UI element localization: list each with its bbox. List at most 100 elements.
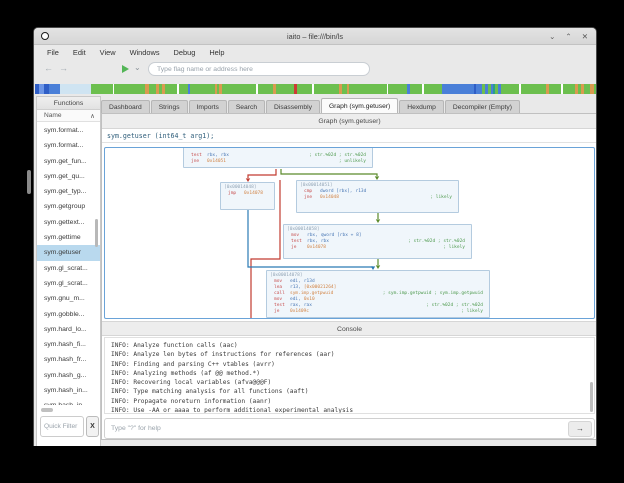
menu-windows[interactable]: Windows bbox=[123, 48, 167, 57]
console-line: INFO: Analyze len bytes of instructions … bbox=[111, 350, 594, 359]
function-item[interactable]: sym.get_qu... bbox=[37, 169, 100, 184]
seek-segment[interactable] bbox=[521, 84, 546, 94]
tab[interactable]: Decompiler (Empty) bbox=[445, 100, 520, 113]
graph-block[interactable]: [0x00014051]cmpdword [rbx],r13djne0x1404… bbox=[296, 180, 459, 213]
chevron-down-icon[interactable]: ⌄ bbox=[134, 63, 141, 72]
graph-block[interactable]: testrbx,rbx; str.%02d ; str.%02djne0x140… bbox=[183, 147, 373, 168]
tab[interactable]: Disassembly bbox=[266, 100, 320, 113]
console-send-button[interactable]: → bbox=[568, 421, 592, 437]
function-item[interactable]: sym.hash_fi... bbox=[37, 337, 100, 352]
maximize-button[interactable]: ⌃ bbox=[565, 32, 571, 41]
seek-bar[interactable] bbox=[35, 84, 597, 94]
function-item[interactable]: sym.hash_in... bbox=[37, 398, 100, 405]
asm-row: je0x1409c; likely bbox=[270, 309, 486, 315]
seek-segment[interactable] bbox=[60, 84, 91, 94]
tab[interactable]: Strings bbox=[151, 100, 188, 113]
graph-panel-title[interactable]: Graph (sym.getuser) bbox=[102, 114, 597, 129]
function-item[interactable]: sym.format... bbox=[37, 123, 100, 138]
debug-play-icon[interactable] bbox=[122, 65, 129, 73]
function-item[interactable]: sym.gnu_m... bbox=[37, 291, 100, 306]
forward-arrow-icon[interactable]: → bbox=[59, 63, 68, 73]
functions-panel: Functions Name ∧ sym.format...sym.format… bbox=[36, 96, 101, 446]
function-item[interactable]: sym.hash_g... bbox=[37, 368, 100, 383]
clear-filter-button[interactable]: X bbox=[86, 416, 99, 437]
seek-segment[interactable] bbox=[276, 84, 295, 94]
minimize-button[interactable]: ⌄ bbox=[549, 32, 555, 41]
function-item[interactable]: sym.gettime bbox=[37, 230, 100, 245]
menu-edit[interactable]: Edit bbox=[66, 48, 93, 57]
menu-file[interactable]: File bbox=[40, 48, 66, 57]
function-item[interactable]: sym.format... bbox=[37, 138, 100, 153]
asm-comment: ; likely bbox=[430, 195, 452, 201]
console-input-row: → bbox=[104, 418, 595, 439]
seek-segment[interactable] bbox=[179, 84, 188, 94]
seek-segment[interactable] bbox=[190, 84, 215, 94]
functions-panel-title[interactable]: Functions bbox=[37, 97, 100, 110]
menu-help[interactable]: Help bbox=[202, 48, 231, 57]
dock-handle[interactable] bbox=[27, 170, 31, 194]
function-item[interactable]: sym.get_fun... bbox=[37, 154, 100, 169]
asm-token: jmp bbox=[228, 191, 241, 197]
functions-hscrollbar[interactable] bbox=[41, 408, 53, 412]
graph-block[interactable]: [0x00014048]jmp0x14078 bbox=[220, 182, 275, 210]
title-bar[interactable]: iaito – file:///bin/ls ⌄ ⌃ ✕ bbox=[34, 28, 596, 45]
function-item[interactable]: sym.hash_fr... bbox=[37, 352, 100, 367]
function-item[interactable]: sym.get_typ... bbox=[37, 184, 100, 199]
seek-segment[interactable] bbox=[91, 84, 113, 94]
graph-block-body: testrbx,rbx; str.%02d ; str.%02djne0x140… bbox=[187, 153, 369, 165]
close-button[interactable]: ✕ bbox=[582, 32, 588, 41]
graph-block[interactable]: [0x00014058]movrbx,qword [rbx + 8]testrb… bbox=[283, 224, 472, 259]
seek-segment[interactable] bbox=[410, 84, 422, 94]
seek-segment[interactable] bbox=[222, 84, 256, 94]
tab[interactable]: Search bbox=[228, 100, 265, 113]
seek-segment[interactable] bbox=[258, 84, 274, 94]
back-arrow-icon[interactable]: ← bbox=[44, 63, 53, 73]
function-item[interactable]: sym.gettext... bbox=[37, 215, 100, 230]
menu-debug[interactable]: Debug bbox=[167, 48, 203, 57]
asm-row: jne0x14048; likely bbox=[300, 195, 455, 201]
asm-comment: ; sym.imp.getpwuid ; sym.imp.getpwuid bbox=[383, 291, 483, 297]
app-window: iaito – file:///bin/ls ⌄ ⌃ ✕ FileEditVie… bbox=[33, 27, 597, 446]
seek-segment[interactable] bbox=[297, 84, 313, 94]
functions-column-header[interactable]: Name ∧ bbox=[37, 110, 100, 122]
function-item[interactable]: sym.gl_scrat... bbox=[37, 276, 100, 291]
console-command-input[interactable] bbox=[105, 425, 568, 432]
function-item[interactable]: sym.gobble... bbox=[37, 307, 100, 322]
console-scrollbar[interactable] bbox=[590, 382, 593, 412]
address-input[interactable] bbox=[148, 62, 370, 76]
menu-view[interactable]: View bbox=[93, 48, 123, 57]
quick-filter-input[interactable] bbox=[40, 416, 84, 437]
function-item[interactable]: sym.hard_lo... bbox=[37, 322, 100, 337]
seek-segment[interactable] bbox=[349, 84, 386, 94]
function-item[interactable]: sym.hash_in... bbox=[37, 383, 100, 398]
seek-segment[interactable] bbox=[594, 84, 597, 94]
seek-segment[interactable] bbox=[549, 84, 561, 94]
tab[interactable]: Hexdump bbox=[399, 100, 444, 113]
arrow-right-icon: → bbox=[576, 424, 584, 433]
console-panel-title[interactable]: Console bbox=[102, 321, 597, 336]
seek-segment[interactable] bbox=[314, 84, 339, 94]
seek-segment[interactable] bbox=[388, 84, 407, 94]
graph-block[interactable]: [0x00014078]movedi,r13dlear13,[0x0002126… bbox=[266, 270, 490, 318]
seek-segment[interactable] bbox=[442, 84, 473, 94]
asm-comment: ; unlikely bbox=[339, 159, 366, 165]
function-item[interactable]: sym.getuser bbox=[37, 245, 100, 260]
function-item[interactable]: sym.gl_scrat... bbox=[37, 261, 100, 276]
seek-segment[interactable] bbox=[49, 84, 60, 94]
seek-segment[interactable] bbox=[165, 84, 177, 94]
seek-segment[interactable] bbox=[501, 84, 520, 94]
tab[interactable]: Graph (sym.getuser) bbox=[321, 98, 398, 113]
console-log[interactable]: INFO: Analyze function calls (aac)INFO: … bbox=[104, 337, 595, 414]
sort-ascending-icon[interactable]: ∧ bbox=[90, 112, 95, 120]
column-name-label: Name bbox=[44, 112, 62, 119]
function-item[interactable]: sym.getgroup bbox=[37, 199, 100, 214]
functions-scrollbar[interactable] bbox=[95, 219, 98, 247]
tab[interactable]: Imports bbox=[189, 100, 227, 113]
seek-segment[interactable] bbox=[424, 84, 443, 94]
seek-segment[interactable] bbox=[563, 84, 575, 94]
asm-token: 0x14078 bbox=[307, 245, 326, 251]
graph-view[interactable]: testrbx,rbx; str.%02d ; str.%02djne0x140… bbox=[104, 147, 595, 319]
seek-segment[interactable] bbox=[114, 84, 145, 94]
tab[interactable]: Dashboard bbox=[101, 100, 150, 113]
seek-segment[interactable] bbox=[149, 84, 156, 94]
